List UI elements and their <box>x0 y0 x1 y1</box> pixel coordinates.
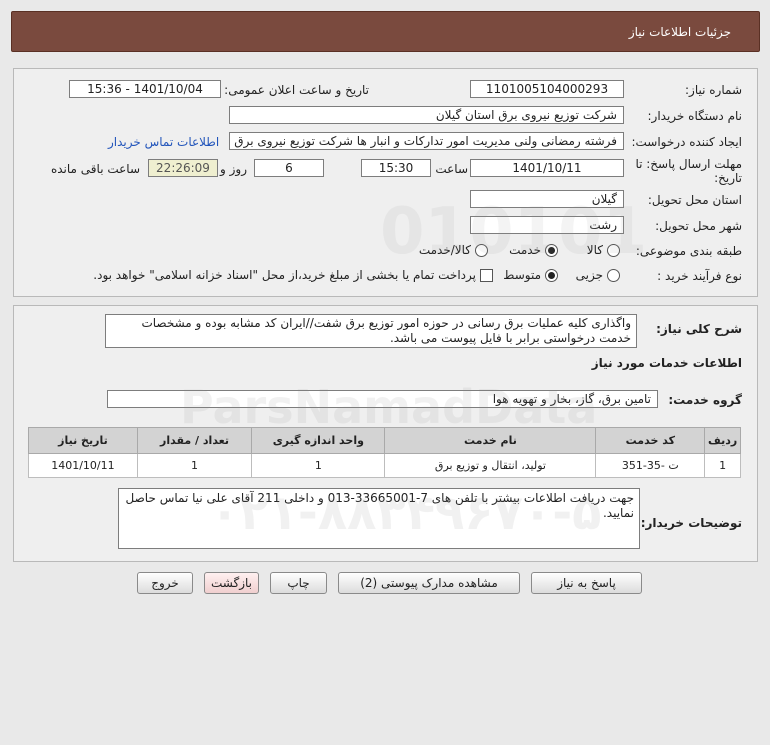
need-number-field: 1101005104000293 <box>470 80 624 98</box>
service-group-label: گروه خدمت: <box>668 393 742 407</box>
category-option-goods[interactable]: کالا <box>587 243 620 257</box>
services-table-header: ردیف کد خدمت نام خدمت واحد اندازه گیری ت… <box>28 427 741 454</box>
attachments-button[interactable]: مشاهده مدارک پیوستی (2) <box>338 572 520 594</box>
city-label: شهر محل تحویل: <box>655 219 742 233</box>
city-field: رشت <box>470 216 624 234</box>
process-medium-label: متوسط <box>503 268 541 282</box>
remaining-time-field: 22:26:09 <box>148 159 218 177</box>
process-option-medium[interactable]: متوسط <box>503 268 558 282</box>
days-field: 6 <box>254 159 324 177</box>
reply-button[interactable]: پاسخ به نیاز <box>531 572 642 594</box>
payment-checkbox[interactable] <box>480 268 493 282</box>
col-row: ردیف <box>704 427 741 454</box>
services-section-title: اطلاعات خدمات مورد نیاز <box>591 356 742 370</box>
need-number-label: شماره نیاز: <box>685 83 742 97</box>
province-field: گیلان <box>470 190 624 208</box>
page-header: جزئیات اطلاعات نیاز <box>11 11 760 52</box>
payment-option[interactable]: پرداخت تمام یا بخشی از مبلغ خرید،از محل … <box>93 268 493 282</box>
category-goods-service-label: کالا/خدمت <box>418 243 471 257</box>
process-minor-radio[interactable] <box>607 268 620 282</box>
deadline-date-field: 1401/10/11 <box>470 159 624 177</box>
cell-code: ت -35-351 <box>595 453 706 478</box>
print-button[interactable]: چاپ <box>270 572 327 594</box>
category-goods-service-radio[interactable] <box>475 243 488 257</box>
process-medium-radio[interactable] <box>545 268 558 282</box>
deadline-label: مهلت ارسال پاسخ: تا <box>635 157 742 171</box>
payment-note: پرداخت تمام یا بخشی از مبلغ خرید،از محل … <box>93 268 476 282</box>
deadline-label-date: تاریخ: <box>714 171 742 185</box>
service-group-field: تامین برق، گاز، بخار و تهویه هوا <box>107 390 658 408</box>
cell-date: 1401/10/11 <box>28 453 138 478</box>
col-unit: واحد اندازه گیری <box>251 427 386 454</box>
process-label: نوع فرآیند خرید : <box>657 269 742 283</box>
process-minor-label: جزیی <box>575 268 603 282</box>
cell-row: 1 <box>704 453 741 478</box>
cell-name: تولید، انتقال و توزیع برق <box>384 453 597 478</box>
creator-field: فرشته رمضانی ولنی مدیریت امور تدارکات و … <box>229 132 624 150</box>
services-table: ردیف کد خدمت نام خدمت واحد اندازه گیری ت… <box>28 427 741 478</box>
need-info-panel <box>13 68 758 297</box>
province-label: استان محل تحویل: <box>647 193 742 207</box>
col-quantity: تعداد / مقدار <box>136 427 253 454</box>
contact-info-link[interactable]: اطلاعات تماس خریدار <box>108 135 219 149</box>
announce-label: تاریخ و ساعت اعلان عمومی: <box>224 83 369 97</box>
category-goods-label: کالا <box>586 243 603 257</box>
description-text: واگذاری کلیه عملیات برق رسانی در حوزه ام… <box>105 314 637 348</box>
buyer-notes-label: توضیحات خریدار: <box>640 516 742 530</box>
page-title: جزئیات اطلاعات نیاز <box>628 25 731 39</box>
cell-unit: 1 <box>251 453 386 478</box>
category-goods-radio[interactable] <box>607 243 620 257</box>
category-option-service[interactable]: خدمت <box>509 243 558 257</box>
remaining-label: ساعت باقی مانده <box>50 162 140 176</box>
col-name: نام خدمت <box>384 427 597 454</box>
buyer-org-field: شرکت توزیع نیروی برق استان گیلان <box>229 106 624 124</box>
col-code: کد خدمت <box>595 427 706 454</box>
buyer-org-label: نام دستگاه خریدار: <box>647 109 743 123</box>
category-option-goods-service[interactable]: کالا/خدمت <box>419 243 488 257</box>
creator-label: ایجاد کننده درخواست: <box>631 135 742 149</box>
time-label: ساعت <box>435 162 468 176</box>
days-label: روز و <box>220 162 247 176</box>
back-button[interactable]: بازگشت <box>204 572 259 594</box>
announce-field: 1401/10/04 - 15:36 <box>69 80 221 98</box>
table-row: 1 ت -35-351 تولید، انتقال و توزیع برق 1 … <box>28 453 741 478</box>
buyer-notes-text: جهت دریافت اطلاعات بیشتر با تلفن های 7-3… <box>118 488 640 549</box>
deadline-time-field: 15:30 <box>361 159 431 177</box>
exit-button[interactable]: خروج <box>137 572 193 594</box>
process-option-minor[interactable]: جزیی <box>576 268 620 282</box>
category-label: طبقه بندی موضوعی: <box>635 244 742 258</box>
category-service-radio[interactable] <box>545 243 558 257</box>
cell-quantity: 1 <box>136 453 253 478</box>
category-service-label: خدمت <box>509 243 541 257</box>
col-date: تاریخ نیاز <box>28 427 138 454</box>
description-label: شرح کلی نیاز: <box>656 322 742 336</box>
